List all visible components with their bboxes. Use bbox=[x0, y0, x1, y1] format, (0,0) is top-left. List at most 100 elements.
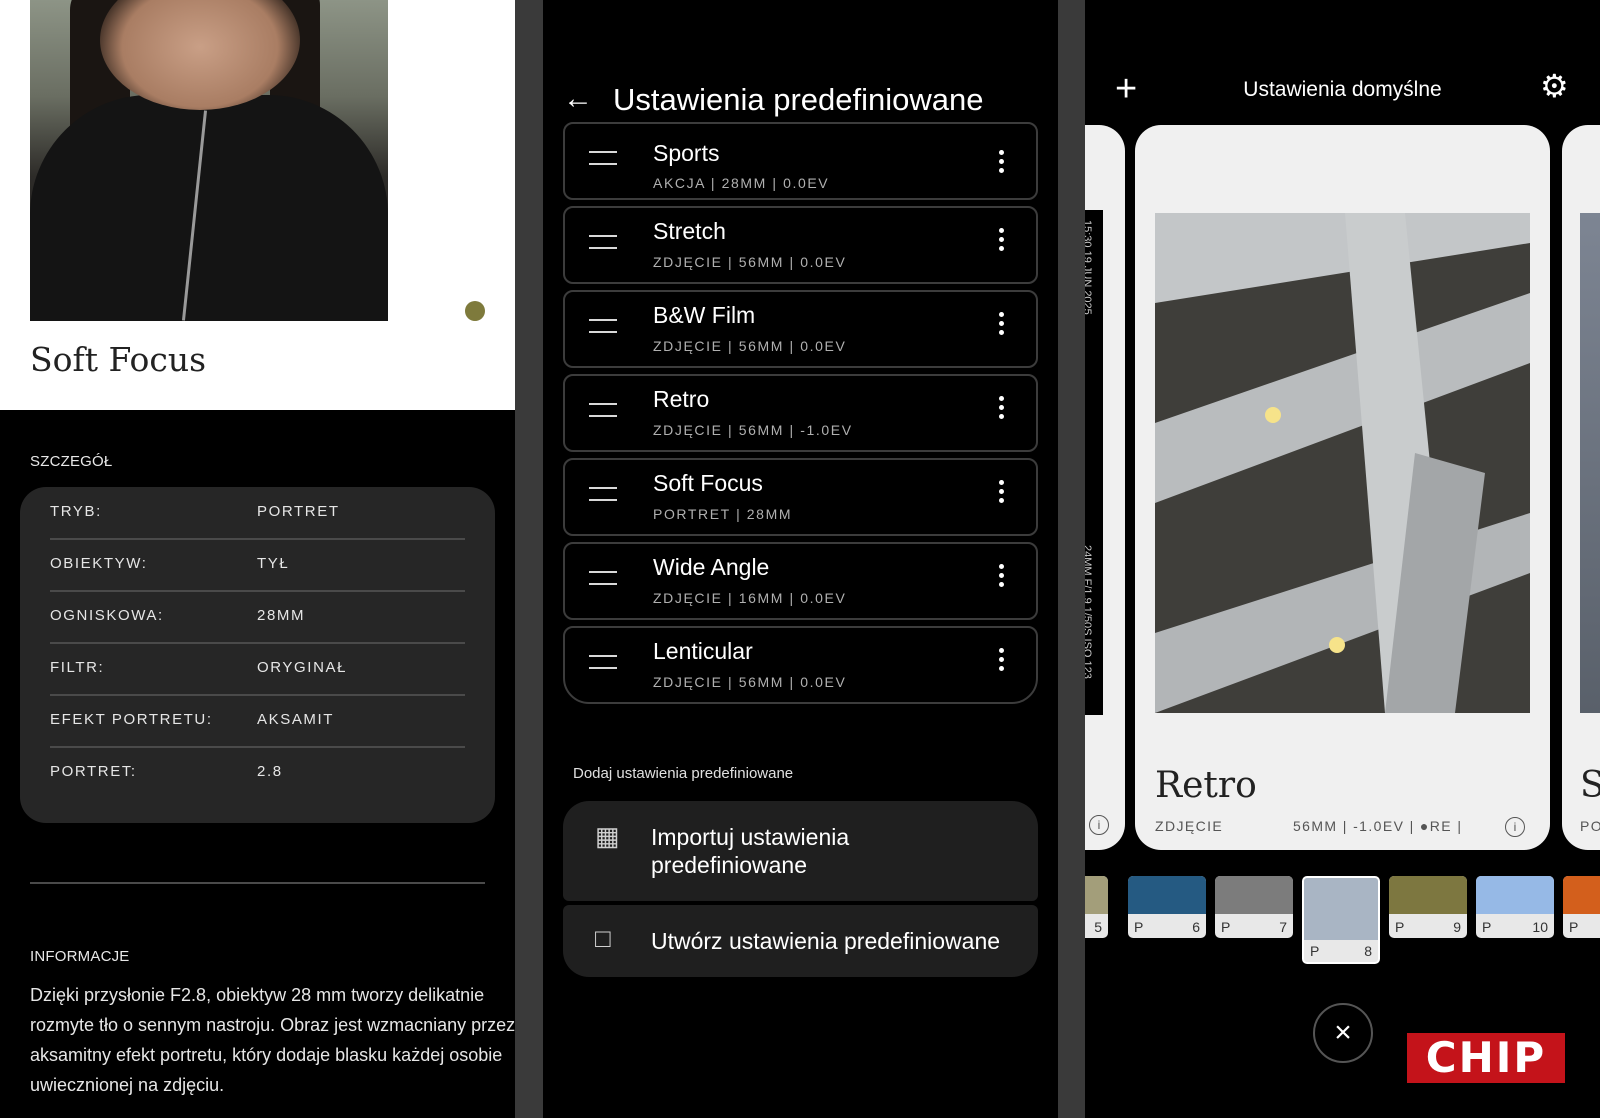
more-options-icon[interactable] bbox=[999, 648, 1004, 675]
detail-key: EFEKT PORTRETU: bbox=[50, 711, 213, 728]
drag-handle-icon[interactable] bbox=[589, 151, 617, 165]
import-label: Importuj ustawienia predefiniowane bbox=[651, 824, 850, 878]
swatch-number: 8 bbox=[1364, 943, 1372, 959]
preset-card-next[interactable]: S PO bbox=[1562, 125, 1600, 850]
preset-name: Soft Focus bbox=[653, 470, 763, 496]
preset-name: Retro bbox=[653, 386, 710, 412]
drag-handle-icon[interactable] bbox=[589, 571, 617, 585]
preset-list-item[interactable]: B&W Film ZDJĘCIE | 56MM | 0.0EV bbox=[563, 290, 1038, 368]
info-icon[interactable]: i bbox=[1505, 817, 1525, 837]
preset-mode: ZDJĘCIE bbox=[1155, 818, 1224, 834]
more-options-icon[interactable] bbox=[999, 228, 1004, 255]
more-options-icon[interactable] bbox=[999, 480, 1004, 507]
swatch-number: 6 bbox=[1192, 919, 1200, 935]
preset-meta: ZDJĘCIE | 56MM | 0.0EV bbox=[653, 254, 847, 270]
more-options-icon[interactable] bbox=[999, 312, 1004, 339]
detail-key: OBIEKTYW: bbox=[50, 555, 148, 572]
preset-swatch[interactable]: P 7 bbox=[1215, 876, 1293, 938]
preset-header-card: Soft Focus bbox=[0, 0, 515, 410]
swatch-label: P bbox=[1395, 919, 1405, 935]
detail-key: FILTR: bbox=[50, 659, 105, 676]
more-options-icon[interactable] bbox=[999, 564, 1004, 591]
preset-list-item[interactable]: Retro ZDJĘCIE | 56MM | -1.0EV bbox=[563, 374, 1038, 452]
gear-icon[interactable]: ⚙ bbox=[1540, 70, 1569, 102]
detail-row: TRYB: PORTRET bbox=[50, 487, 465, 540]
detail-row: PORTRET: 2.8 bbox=[50, 747, 465, 798]
preset-mode: PO bbox=[1580, 818, 1600, 834]
preset-swatch[interactable]: 5 bbox=[1085, 876, 1108, 938]
preset-list-item[interactable]: Wide Angle ZDJĘCIE | 16MM | 0.0EV bbox=[563, 542, 1038, 620]
preset-swatch[interactable]: P bbox=[1563, 876, 1600, 938]
import-presets-button[interactable]: ▦ Importuj ustawienia predefiniowane bbox=[563, 801, 1038, 901]
photo-strip: 15:30 19 JUN 2025 24MM F/1.9 1/50S ISO 1… bbox=[1085, 210, 1103, 715]
swatch-label: P bbox=[1134, 919, 1144, 935]
detail-row: FILTR: ORYGINAŁ bbox=[50, 643, 465, 696]
detail-value: AKSAMIT bbox=[257, 711, 335, 728]
preset-meta: ZDJĘCIE | 16MM | 0.0EV bbox=[653, 590, 847, 606]
detail-value: TYŁ bbox=[257, 555, 290, 572]
add-presets-label: Dodaj ustawienia predefiniowane bbox=[573, 765, 794, 782]
preset-card-current[interactable]: Retro ZDJĘCIE 56MM | -1.0EV | ●RE | i bbox=[1135, 125, 1550, 850]
preset-meta: ZDJĘCIE | 56MM | 0.0EV bbox=[653, 338, 847, 354]
preset-name: Retro bbox=[1155, 765, 1257, 806]
preset-list-item[interactable]: Soft Focus PORTRET | 28MM bbox=[563, 458, 1038, 536]
preset-meta: AKCJA | 28MM | 0.0EV bbox=[653, 175, 830, 191]
preset-swatch[interactable]: P 6 bbox=[1128, 876, 1206, 938]
preset-name: Wide Angle bbox=[653, 554, 770, 580]
chip-logo: CHIP bbox=[1407, 1033, 1565, 1083]
preset-name: Stretch bbox=[653, 218, 726, 244]
close-icon[interactable]: × bbox=[1313, 1003, 1373, 1063]
presets-carousel-screen: + Ustawienia domyślne ⚙ 15:30 19 JUN 202… bbox=[1085, 0, 1600, 1118]
more-options-icon[interactable] bbox=[999, 396, 1004, 423]
back-arrow-icon[interactable]: ← bbox=[563, 84, 593, 114]
create-preset-button[interactable]: □ Utwórz ustawienia predefiniowane bbox=[563, 905, 1038, 977]
preset-description: Dzięki przysłonie F2.8, obiektyw 28 mm t… bbox=[30, 985, 515, 1095]
more-options-icon[interactable] bbox=[999, 150, 1004, 177]
timestamp-text: 15:30 19 JUN 2025 bbox=[1085, 220, 1093, 315]
detail-value: PORTRET bbox=[257, 503, 340, 520]
color-dot bbox=[465, 301, 485, 321]
preset-sample-photo bbox=[1155, 213, 1530, 713]
detail-section-label: SZCZEGÓŁ bbox=[30, 453, 113, 470]
swatch-label: P bbox=[1482, 919, 1492, 935]
preset-meta: ZDJĘCIE | 56MM | 0.0EV bbox=[653, 674, 847, 690]
preset-name: Lenticular bbox=[653, 638, 753, 664]
info-icon[interactable]: i bbox=[1089, 815, 1109, 835]
detail-row: OGNISKOWA: 28MM bbox=[50, 591, 465, 644]
create-label: Utwórz ustawienia predefiniowane bbox=[651, 928, 1001, 954]
preset-detail-screen: Soft Focus SZCZEGÓŁ TRYB: PORTRET OBIEKT… bbox=[0, 0, 515, 1118]
parking-structure-photo bbox=[1155, 213, 1530, 713]
preset-swatch-selected[interactable]: P 8 bbox=[1302, 876, 1380, 964]
detail-key: PORTRET: bbox=[50, 763, 137, 780]
exif-text: 24MM F/1.9 1/50S ISO 123 bbox=[1085, 545, 1093, 679]
drag-handle-icon[interactable] bbox=[589, 235, 617, 249]
drag-handle-icon[interactable] bbox=[589, 487, 617, 501]
drag-handle-icon[interactable] bbox=[589, 655, 617, 669]
preset-list-item[interactable]: Lenticular ZDJĘCIE | 56MM | 0.0EV bbox=[563, 626, 1038, 704]
drag-handle-icon[interactable] bbox=[589, 403, 617, 417]
preset-swatch[interactable]: P 9 bbox=[1389, 876, 1467, 938]
preset-meta: 56MM | -1.0EV | ●RE | bbox=[1293, 818, 1463, 834]
swatch-number: 7 bbox=[1279, 919, 1287, 935]
preset-meta: PORTRET | 28MM bbox=[653, 506, 793, 522]
swatch-number: 9 bbox=[1453, 919, 1461, 935]
detail-value: 28MM bbox=[257, 607, 306, 624]
detail-value: 2.8 bbox=[257, 763, 283, 780]
detail-row: EFEKT PORTRETU: AKSAMIT bbox=[50, 695, 465, 748]
page-title: Ustawienia predefiniowane bbox=[613, 82, 984, 117]
drag-handle-icon[interactable] bbox=[589, 319, 617, 333]
swatch-label: P bbox=[1310, 943, 1320, 959]
swatch-number: 10 bbox=[1532, 919, 1548, 935]
detail-key: OGNISKOWA: bbox=[50, 607, 164, 624]
qr-code-icon: ▦ bbox=[595, 821, 620, 851]
preset-name: B&W Film bbox=[653, 302, 756, 328]
preset-list-item[interactable]: Stretch ZDJĘCIE | 56MM | 0.0EV bbox=[563, 206, 1038, 284]
detail-value: ORYGINAŁ bbox=[257, 659, 348, 676]
preset-sample-photo bbox=[30, 0, 388, 321]
swatch-label: P bbox=[1221, 919, 1231, 935]
detail-row: OBIEKTYW: TYŁ bbox=[50, 539, 465, 592]
preset-list-item[interactable]: Sports AKCJA | 28MM | 0.0EV bbox=[563, 122, 1038, 200]
preset-swatch[interactable]: P 10 bbox=[1476, 876, 1554, 938]
info-section-label: INFORMACJE bbox=[30, 948, 130, 965]
preset-name: Sports bbox=[653, 140, 720, 166]
